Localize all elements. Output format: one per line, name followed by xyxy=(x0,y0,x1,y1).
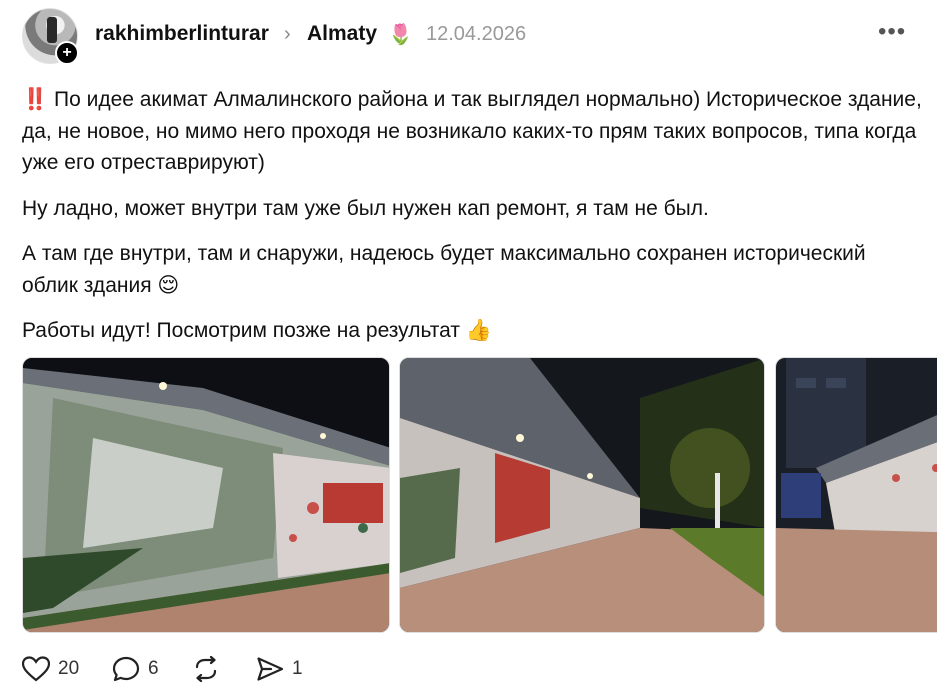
like-count: 20 xyxy=(58,658,80,679)
paragraph-4: Работы идут! Посмотрим позже на результа… xyxy=(22,319,492,342)
post-photo-2[interactable] xyxy=(399,357,765,633)
paragraph-3: А там где внутри, там и снаружи, надеюсь… xyxy=(22,242,866,297)
post-photo-1[interactable] xyxy=(22,357,390,633)
double-exclamation-icon: ‼️ xyxy=(22,88,49,111)
photo-carousel[interactable] xyxy=(22,357,937,633)
post-body: ‼️ По идее акимат Алмалинского района и … xyxy=(22,84,922,361)
heart-icon xyxy=(22,656,50,682)
username[interactable]: rakhimberlinturar xyxy=(95,22,269,46)
topic-emoji: 🌷 xyxy=(388,24,413,46)
post-date: 12.04.2026 xyxy=(426,23,527,45)
like-button[interactable]: 20 xyxy=(22,656,79,682)
comment-count: 6 xyxy=(148,658,159,679)
follow-plus-icon[interactable]: + xyxy=(55,41,79,65)
share-button[interactable]: 1 xyxy=(256,656,303,682)
chevron-right-icon: › xyxy=(284,23,291,45)
post-photo-3[interactable] xyxy=(775,357,937,633)
share-count: 1 xyxy=(292,658,303,679)
post-header: + rakhimberlinturar › Almaty 🌷 12.04.202… xyxy=(22,8,922,65)
more-dots-icon[interactable]: ••• xyxy=(878,18,906,46)
paragraph-1: ‼️ По идее акимат Алмалинского района и … xyxy=(22,88,922,174)
paragraph-2: Ну ладно, может внутри там уже был нужен… xyxy=(22,196,709,220)
topic-tag[interactable]: Almaty xyxy=(307,22,377,46)
share-icon xyxy=(257,657,284,681)
comment-icon xyxy=(112,656,140,682)
repost-button[interactable] xyxy=(192,656,228,682)
repost-icon xyxy=(195,656,217,682)
comment-button[interactable]: 6 xyxy=(112,656,159,682)
post-actions: 20 6 1 xyxy=(22,652,422,686)
